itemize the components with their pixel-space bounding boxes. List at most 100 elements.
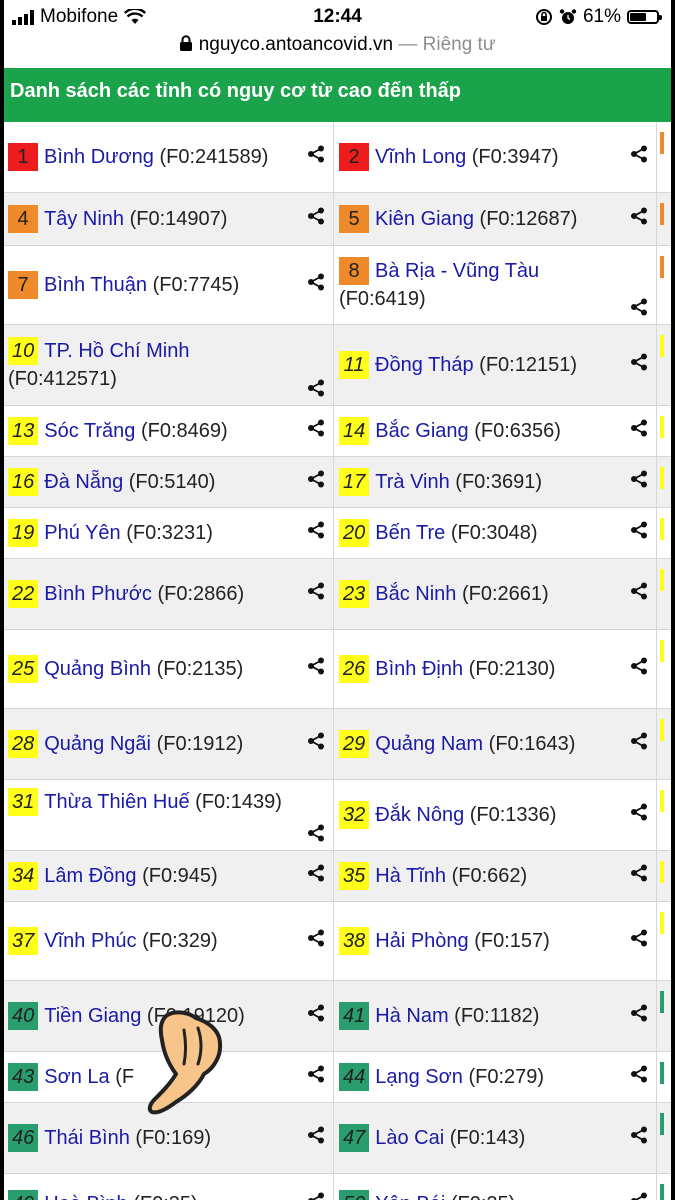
- share-icon[interactable]: [630, 1002, 648, 1022]
- share-icon[interactable]: [630, 417, 648, 437]
- province-link[interactable]: Tiền Giang: [44, 1005, 141, 1027]
- province-cell[interactable]: 20 Bến Tre (F0:3048): [335, 508, 657, 558]
- province-cell[interactable]: 4 Tây Ninh (F0:14907): [4, 193, 334, 245]
- province-link[interactable]: Phú Yên: [44, 522, 120, 544]
- province-cell[interactable]: 11 Đồng Tháp (F0:12151): [335, 325, 657, 405]
- province-link[interactable]: Hà Nam: [375, 1005, 448, 1027]
- share-icon[interactable]: [630, 296, 648, 316]
- province-cell[interactable]: 22 Bình Phước (F0:2866): [4, 559, 334, 629]
- province-cell[interactable]: 32 Đắk Nông (F0:1336): [335, 780, 657, 850]
- share-icon[interactable]: [630, 580, 648, 600]
- province-link[interactable]: Hà Tĩnh: [375, 865, 446, 887]
- share-icon[interactable]: [630, 1124, 648, 1144]
- province-cell[interactable]: 19 Phú Yên (F0:3231): [4, 508, 334, 558]
- share-icon[interactable]: [307, 1124, 325, 1144]
- share-icon[interactable]: [307, 1002, 325, 1022]
- share-icon[interactable]: [630, 730, 648, 750]
- share-icon[interactable]: [307, 1063, 325, 1083]
- province-cell[interactable]: 7 Bình Thuận (F0:7745): [4, 246, 334, 324]
- province-link[interactable]: Vĩnh Phúc: [44, 930, 136, 952]
- province-link[interactable]: Yên Bái: [375, 1193, 445, 1200]
- province-link[interactable]: Thái Bình: [44, 1127, 130, 1149]
- province-link[interactable]: Hải Phòng: [375, 930, 468, 952]
- province-cell[interactable]: 38 Hải Phòng (F0:157): [335, 902, 657, 980]
- share-icon[interactable]: [630, 927, 648, 947]
- province-link[interactable]: Vĩnh Long: [375, 146, 466, 168]
- share-icon[interactable]: [630, 468, 648, 488]
- province-link[interactable]: Bà Rịa - Vũng Tàu: [375, 260, 539, 282]
- share-icon[interactable]: [307, 730, 325, 750]
- province-link[interactable]: Bến Tre: [375, 522, 445, 544]
- province-cell[interactable]: 44 Lạng Sơn (F0:279): [335, 1052, 657, 1102]
- share-icon[interactable]: [307, 377, 325, 397]
- share-icon[interactable]: [307, 862, 325, 882]
- province-cell[interactable]: 28 Quảng Ngãi (F0:1912): [4, 709, 334, 779]
- province-link[interactable]: Sóc Trăng: [44, 420, 135, 442]
- province-cell[interactable]: 5 Kiên Giang (F0:12687): [335, 193, 657, 245]
- province-link[interactable]: Quảng Ngãi: [44, 733, 151, 755]
- share-icon[interactable]: [630, 1190, 648, 1200]
- share-icon[interactable]: [630, 801, 648, 821]
- province-cell[interactable]: 2 Vĩnh Long (F0:3947): [335, 122, 657, 192]
- province-cell[interactable]: 1 Bình Dương (F0:241589): [4, 122, 334, 192]
- share-icon[interactable]: [307, 927, 325, 947]
- province-cell[interactable]: 8 Bà Rịa - Vũng Tàu (F0:6419): [335, 246, 657, 324]
- share-icon[interactable]: [630, 655, 648, 675]
- province-link[interactable]: TP. Hồ Chí Minh: [44, 340, 189, 362]
- province-link[interactable]: Bình Định: [375, 658, 463, 680]
- province-link[interactable]: Đồng Tháp: [375, 354, 474, 376]
- province-cell[interactable]: 34 Lâm Đồng (F0:945): [4, 851, 334, 901]
- share-icon[interactable]: [630, 1063, 648, 1083]
- province-cell[interactable]: 16 Đà Nẵng (F0:5140): [4, 457, 334, 507]
- province-cell[interactable]: 47 Lào Cai (F0:143): [335, 1103, 657, 1173]
- share-icon[interactable]: [630, 143, 648, 163]
- province-link[interactable]: Lâm Đồng: [44, 865, 136, 887]
- share-icon[interactable]: [307, 143, 325, 163]
- province-link[interactable]: Bắc Ninh: [375, 583, 456, 605]
- province-cell[interactable]: 14 Bắc Giang (F0:6356): [335, 406, 657, 456]
- province-cell[interactable]: 41 Hà Nam (F0:1182): [335, 981, 657, 1051]
- province-cell[interactable]: 23 Bắc Ninh (F0:2661): [335, 559, 657, 629]
- province-cell[interactable]: 37 Vĩnh Phúc (F0:329): [4, 902, 334, 980]
- share-icon[interactable]: [630, 205, 648, 225]
- share-icon[interactable]: [307, 655, 325, 675]
- province-link[interactable]: Thừa Thiên Huế: [44, 791, 189, 813]
- share-icon[interactable]: [307, 417, 325, 437]
- province-link[interactable]: Lạng Sơn: [375, 1066, 463, 1088]
- share-icon[interactable]: [307, 822, 325, 842]
- share-icon[interactable]: [307, 1190, 325, 1200]
- province-cell[interactable]: 35 Hà Tĩnh (F0:662): [335, 851, 657, 901]
- province-cell[interactable]: 26 Bình Định (F0:2130): [335, 630, 657, 708]
- province-cell[interactable]: 49 Hoà Bình (F0:35): [4, 1174, 334, 1200]
- province-link[interactable]: Bình Dương: [44, 146, 154, 168]
- share-icon[interactable]: [307, 271, 325, 291]
- share-icon[interactable]: [630, 862, 648, 882]
- province-link[interactable]: Kiên Giang: [375, 208, 474, 230]
- province-link[interactable]: Đà Nẵng: [44, 471, 123, 493]
- province-link[interactable]: Quảng Bình: [44, 658, 151, 680]
- share-icon[interactable]: [307, 205, 325, 225]
- province-link[interactable]: Lào Cai: [375, 1127, 444, 1149]
- province-link[interactable]: Đắk Nông: [375, 804, 464, 826]
- province-cell[interactable]: 25 Quảng Bình (F0:2135): [4, 630, 334, 708]
- province-link[interactable]: Hoà Bình: [44, 1193, 127, 1200]
- province-link[interactable]: Tây Ninh: [44, 208, 124, 230]
- province-cell[interactable]: 10 TP. Hồ Chí Minh (F0:412571): [4, 325, 334, 405]
- province-link[interactable]: Bình Thuận: [44, 274, 147, 296]
- province-cell[interactable]: 50 Yên Bái (F0:25): [335, 1174, 657, 1200]
- share-icon[interactable]: [307, 519, 325, 539]
- province-cell[interactable]: 29 Quảng Nam (F0:1643): [335, 709, 657, 779]
- province-cell[interactable]: 13 Sóc Trăng (F0:8469): [4, 406, 334, 456]
- province-link[interactable]: Bình Phước: [44, 583, 152, 605]
- province-cell[interactable]: 17 Trà Vinh (F0:3691): [335, 457, 657, 507]
- share-icon[interactable]: [307, 580, 325, 600]
- url-bar[interactable]: nguyco.antoancovid.vn — Riêng tư: [4, 32, 671, 66]
- province-link[interactable]: Trà Vinh: [375, 471, 449, 493]
- province-link[interactable]: Quảng Nam: [375, 733, 483, 755]
- share-icon[interactable]: [630, 351, 648, 371]
- share-icon[interactable]: [630, 519, 648, 539]
- province-link[interactable]: Bắc Giang: [375, 420, 468, 442]
- province-link[interactable]: Sơn La: [44, 1066, 109, 1088]
- share-icon[interactable]: [307, 468, 325, 488]
- province-cell[interactable]: 31 Thừa Thiên Huế (F0:1439): [4, 780, 334, 850]
